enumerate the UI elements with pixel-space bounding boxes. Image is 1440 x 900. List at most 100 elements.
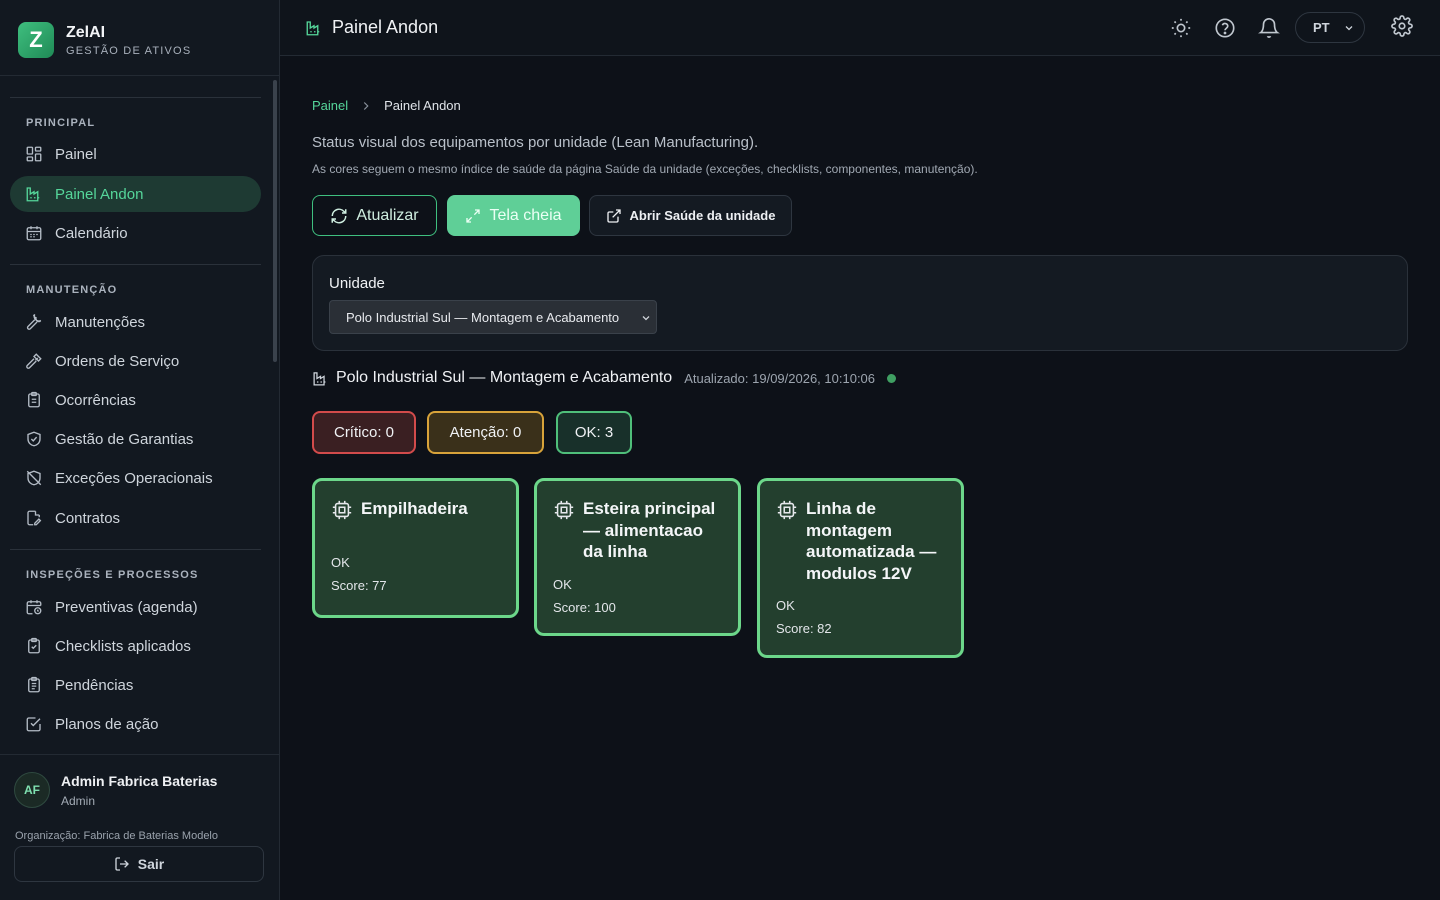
sidebar-item-ordens-de-servico[interactable]: Ordens de Serviço	[10, 343, 261, 379]
breadcrumb-current: Painel Andon	[384, 98, 461, 113]
sidebar: Z ZelAI GESTÃO DE ATIVOS PRINCIPAL Paine…	[0, 0, 280, 900]
chevron-down-icon	[1345, 25, 1353, 30]
equipment-card[interactable]: Esteira principal — alimentacao da linha…	[534, 478, 741, 636]
sidebar-item-painel[interactable]: Painel	[10, 136, 261, 172]
user-name: Admin Fabrica Baterias	[61, 773, 218, 789]
refresh-button[interactable]: Atualizar	[312, 195, 437, 236]
sidebar-item-planos-de-acao[interactable]: Planos de ação	[10, 706, 261, 742]
sidebar-item-label: Calendário	[55, 224, 128, 242]
sun-icon[interactable]	[1170, 17, 1192, 39]
sidebar-item-label: Pendências	[55, 676, 134, 694]
factory-icon	[306, 20, 320, 35]
sidebar-item-label: Ocorrências	[55, 391, 136, 409]
sidebar-item-label: Exceções Operacionais	[55, 469, 213, 487]
unit-select[interactable]: Polo Industrial Sul — Montagem e Acabame…	[329, 300, 657, 334]
refresh-icon	[331, 208, 347, 223]
clipboard-check-icon	[28, 637, 40, 654]
sidebar-item-gestao-de-garantias[interactable]: Gestão de Garantias	[10, 421, 261, 457]
settings-icon[interactable]	[1391, 15, 1413, 37]
equipment-score: Score: 82	[776, 621, 832, 636]
brand-name: ZelAI	[66, 23, 106, 41]
breadcrumb: Painel Painel Andon	[312, 98, 461, 113]
chip-icon	[332, 500, 352, 520]
external-link-icon	[606, 208, 621, 223]
sidebar-item-contratos[interactable]: Contratos	[10, 500, 261, 536]
calendar-icon	[26, 226, 42, 241]
sidebar-item-label: Gestão de Garantias	[55, 430, 194, 448]
help-icon[interactable]	[1214, 17, 1236, 39]
sidebar-item-label: Preventivas (agenda)	[55, 598, 198, 616]
sidebar-item-manutencoes[interactable]: Manutenções	[10, 304, 261, 340]
chevron-down-icon	[642, 316, 650, 321]
brand[interactable]: Z ZelAI GESTÃO DE ATIVOS	[18, 22, 191, 58]
fullscreen-button[interactable]: Tela cheia	[447, 195, 580, 236]
equipment-score: Score: 77	[331, 578, 387, 593]
language-value: PT	[1313, 20, 1330, 35]
section-title-manutencao: MANUTENÇÃO	[26, 284, 118, 296]
sidebar-item-painel-andon[interactable]: Painel Andon	[10, 176, 261, 212]
sidebar-item-ocorrencias[interactable]: Ocorrências	[10, 382, 261, 418]
sidebar-scrollbar[interactable]	[273, 80, 277, 362]
brand-subtitle: GESTÃO DE ATIVOS	[66, 44, 192, 57]
bell-icon[interactable]	[1258, 17, 1280, 39]
equipment-status: OK	[331, 555, 350, 570]
factory-icon	[26, 187, 40, 202]
section-title-inspecoes: INSPEÇÕES E PROCESSOS	[26, 569, 199, 581]
dashboard-icon	[26, 146, 42, 162]
wrench-icon	[26, 314, 42, 330]
equipment-status: OK	[553, 576, 572, 592]
page-note: As cores seguem o mesmo índice de saúde …	[312, 162, 978, 176]
sidebar-item-label: Ordens de Serviço	[55, 352, 180, 370]
factory-icon	[313, 371, 326, 386]
sidebar-item-label: Contratos	[55, 509, 121, 527]
equipment-name: Linha de montagem automatizada — modulos…	[806, 499, 937, 583]
divider	[10, 549, 261, 550]
unit-label: Unidade	[329, 275, 385, 292]
updated-timestamp: Atualizado: 19/09/2026, 10:10:06	[684, 370, 876, 386]
equipment-name: Empilhadeira	[361, 499, 468, 518]
shield-check-icon	[27, 431, 41, 447]
attention-count-badge: Atenção: 0	[427, 411, 544, 454]
refresh-label: Atualizar	[356, 206, 419, 224]
ok-count-badge: OK: 3	[556, 411, 632, 454]
divider	[10, 97, 261, 98]
clipboard-icon	[28, 391, 40, 408]
sidebar-item-label: Painel	[55, 145, 97, 163]
sidebar-item-preventivas[interactable]: Preventivas (agenda)	[10, 589, 261, 625]
shield-off-icon	[26, 470, 42, 486]
expand-icon	[466, 208, 481, 223]
logout-icon	[115, 857, 129, 871]
page-title: Painel Andon	[305, 17, 438, 38]
organization-label: Organização: Fabrica de Baterias Modelo	[15, 830, 218, 842]
avatar[interactable]: AF	[14, 772, 50, 808]
connection-status-dot	[887, 373, 897, 383]
divider	[10, 264, 261, 265]
critical-count-badge: Crítico: 0	[312, 411, 416, 454]
open-unit-health-button[interactable]: Abrir Saúde da unidade	[589, 195, 792, 236]
sidebar-item-excecoes-operacionais[interactable]: Exceções Operacionais	[10, 460, 261, 496]
user-role: Admin	[61, 794, 96, 808]
sidebar-item-label: Planos de ação	[55, 715, 159, 733]
chevron-right-icon	[363, 101, 369, 110]
equipment-card[interactable]: Empilhadeira OK Score: 77	[312, 478, 519, 618]
top-bar: Painel Andon PT	[280, 0, 1440, 56]
logout-button[interactable]: Sair	[14, 846, 264, 882]
breadcrumb-home[interactable]: Painel	[312, 98, 348, 113]
sidebar-item-calendario[interactable]: Calendário	[10, 215, 261, 251]
logout-label: Sair	[137, 856, 165, 872]
sidebar-item-pendencias[interactable]: Pendências	[10, 667, 261, 703]
equipment-card[interactable]: Linha de montagem automatizada — modulos…	[757, 478, 964, 658]
unit-header: Polo Industrial Sul — Montagem e Acabame…	[312, 369, 897, 387]
equipment-name: Esteira principal — alimentacao da linha	[583, 499, 716, 561]
sidebar-item-label: Checklists aplicados	[55, 637, 191, 655]
unit-select-value: Polo Industrial Sul — Montagem e Acabame…	[346, 309, 620, 325]
clipboard-list-icon	[28, 676, 40, 693]
equipment-score: Score: 100	[553, 599, 616, 615]
sidebar-item-checklists-aplicados[interactable]: Checklists aplicados	[10, 628, 261, 664]
language-select[interactable]: PT	[1295, 12, 1365, 43]
chip-icon	[554, 500, 574, 520]
sidebar-item-label: Manutenções	[55, 313, 146, 331]
calendar-clock-icon	[26, 600, 42, 615]
checkbox-icon	[26, 717, 41, 732]
sidebar-item-label: Painel Andon	[55, 185, 144, 203]
